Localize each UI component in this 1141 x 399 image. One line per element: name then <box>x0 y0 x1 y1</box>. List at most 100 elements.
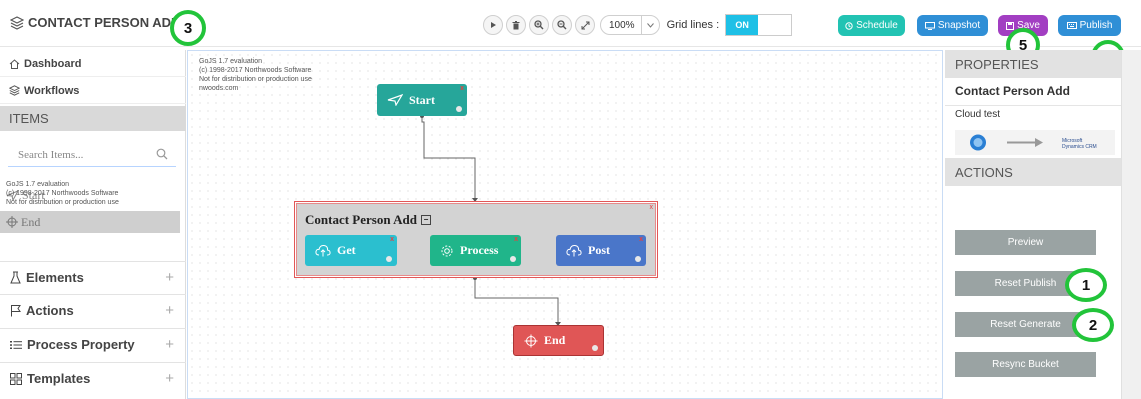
nav-dashboard[interactable]: Dashboard <box>0 51 186 77</box>
send-icon <box>387 94 403 106</box>
list-icon <box>10 340 22 349</box>
collapse-button[interactable]: − <box>420 215 431 225</box>
flag-icon <box>11 305 21 317</box>
node-port <box>635 256 641 262</box>
crosshair-icon <box>524 334 538 347</box>
gear-icon <box>441 245 453 256</box>
snapshot-button[interactable]: Snapshot <box>917 15 988 36</box>
search-input[interactable]: Search Items... <box>8 143 176 167</box>
item-palette: Start GoJS 1.7 evaluation (c) 1998-2017 … <box>0 180 186 240</box>
zoom-out-button[interactable] <box>552 15 572 35</box>
node-delete-mark[interactable]: x <box>390 236 394 243</box>
zoom-value: 100% <box>609 19 635 31</box>
node-get[interactable]: Get x <box>305 235 397 266</box>
floppy-icon <box>1006 21 1015 30</box>
node-post[interactable]: Post x <box>556 235 646 266</box>
trash-icon <box>512 20 520 29</box>
publish-label: Publish <box>1079 20 1113 31</box>
plus-icon: + <box>165 370 174 387</box>
zoom-select[interactable]: 100% <box>600 15 660 35</box>
schedule-button[interactable]: Schedule <box>838 15 905 36</box>
link-start-to-group <box>421 116 476 201</box>
play-button[interactable] <box>483 15 503 35</box>
grid-lines-toggle[interactable]: ON <box>725 14 793 36</box>
node-end[interactable]: End <box>513 325 604 356</box>
palette-end-item[interactable]: End <box>0 211 180 233</box>
items-heading: ITEMS <box>0 106 186 131</box>
node-delete-mark[interactable]: x <box>514 236 518 243</box>
resync-bucket-button[interactable]: Resync Bucket <box>955 352 1096 377</box>
app-root: CONTACT PERSON ADD 3 100% Grid lines: O… <box>0 0 1141 399</box>
chevron-down-icon <box>640 16 659 34</box>
zoom-out-icon <box>557 20 567 30</box>
flask-icon <box>10 271 21 284</box>
section-process-property-label: Process Property <box>27 337 135 352</box>
section-elements[interactable]: Elements + <box>0 261 186 293</box>
node-start-label: Start <box>409 92 435 107</box>
node-port <box>592 345 598 351</box>
schedule-label: Schedule <box>856 20 898 31</box>
divider <box>945 105 1121 106</box>
cloud-upload-icon <box>315 244 331 257</box>
group-delete-mark[interactable]: x <box>650 204 654 211</box>
connector-arrowhead <box>1035 138 1043 147</box>
delete-button[interactable] <box>506 15 526 35</box>
properties-heading: PROPERTIES <box>945 50 1121 78</box>
target-logo-text: Microsoft Dynamics CRM <box>1062 138 1097 150</box>
publish-button[interactable]: Publish <box>1058 15 1121 36</box>
properties-panel: PROPERTIES Contact Person Add Cloud test… <box>945 50 1121 399</box>
zoom-in-button[interactable] <box>529 15 549 35</box>
expand-icon <box>581 21 589 29</box>
callout-1: 1 <box>1065 268 1107 302</box>
fit-button[interactable] <box>575 15 595 35</box>
node-end-label: End <box>544 333 566 347</box>
node-process[interactable]: Process x <box>430 235 521 266</box>
node-port <box>510 256 516 262</box>
palette-watermark-line: Not for distribution or production use <box>6 199 119 206</box>
plus-icon: + <box>165 269 174 286</box>
section-templates-label: Templates <box>27 371 91 386</box>
section-actions[interactable]: Actions + <box>0 294 186 326</box>
page-title-text: CONTACT PERSON ADD <box>28 15 181 30</box>
layers-icon <box>9 85 20 96</box>
panel-scrollbar[interactable] <box>1121 50 1141 399</box>
property-description: Cloud test <box>955 109 1001 120</box>
plus-icon: + <box>165 336 174 353</box>
actions-heading: ACTIONS <box>945 158 1121 186</box>
callout-3: 3 <box>170 10 206 46</box>
crosshair-icon <box>6 216 18 228</box>
palette-end-label: End <box>21 214 41 229</box>
palette-watermark-line: GoJS 1.7 evaluation <box>6 181 70 188</box>
header-bar: CONTACT PERSON ADD 3 100% Grid lines: O… <box>0 0 1141 74</box>
zoom-in-icon <box>534 20 544 30</box>
grid-lines-label: Grid lines : <box>666 19 720 31</box>
play-icon <box>491 22 496 28</box>
connector-image: Microsoft Dynamics CRM <box>955 130 1115 155</box>
node-post-label: Post <box>588 243 610 257</box>
node-start[interactable]: Start x <box>377 84 467 116</box>
preview-button[interactable]: Preview <box>955 230 1096 255</box>
node-process-label: Process <box>460 243 499 257</box>
diagram-canvas[interactable]: GoJS 1.7 evaluation (c) 1998-2017 Northw… <box>187 50 943 399</box>
node-delete-mark[interactable]: x <box>639 236 643 243</box>
group-title: Contact Person Add − <box>305 212 431 228</box>
plus-icon: + <box>165 302 174 319</box>
section-elements-label: Elements <box>26 270 84 285</box>
nav-workflows-label: Workflows <box>24 84 80 97</box>
grid-icon <box>10 372 22 385</box>
section-process-property[interactable]: Process Property + <box>0 328 186 360</box>
nav-dashboard-label: Dashboard <box>24 57 82 70</box>
callout-2: 2 <box>1072 308 1114 342</box>
group-title-text: Contact Person Add <box>305 212 417 227</box>
snapshot-label: Snapshot <box>937 20 981 31</box>
section-templates[interactable]: Templates + <box>0 362 186 394</box>
keyboard-icon <box>1066 22 1077 29</box>
node-port <box>386 256 392 262</box>
search-icon <box>156 148 168 160</box>
node-delete-mark[interactable]: x <box>460 85 464 92</box>
nav-workflows[interactable]: Workflows <box>0 78 186 104</box>
cloud-upload-icon <box>566 244 582 257</box>
section-actions-label: Actions <box>26 303 74 318</box>
grid-toggle-on: ON <box>726 15 759 35</box>
node-get-label: Get <box>337 243 356 257</box>
